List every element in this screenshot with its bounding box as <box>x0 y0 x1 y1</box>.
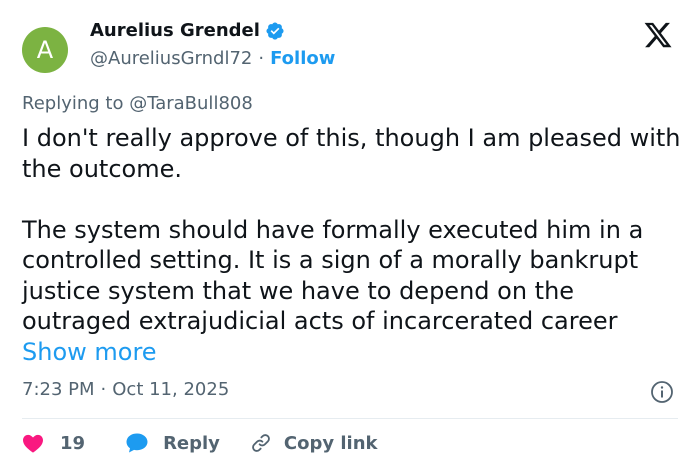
x-logo-icon[interactable] <box>641 20 675 50</box>
copy-link-button[interactable]: Copy link <box>250 432 378 454</box>
action-bar: 19 Reply Copy link <box>22 428 378 458</box>
tweet-paragraph-2-text: The system should have formally executed… <box>22 215 644 336</box>
heart-icon <box>23 434 43 453</box>
author-handle-row: @AureliusGrndl72 · Follow <box>90 48 335 69</box>
tweet-timestamp[interactable]: 7:23 PM · Oct 11, 2025 <box>22 379 229 400</box>
reply-button[interactable]: Reply <box>125 432 220 454</box>
tweet-paragraph-2: The system should have formally executed… <box>22 215 682 368</box>
handle-separator: · <box>258 48 265 69</box>
replying-to-mention[interactable]: @TaraBull808 <box>129 93 253 114</box>
divider <box>22 418 678 419</box>
tweet-paragraph-1: I don't really approve of this, though I… <box>22 124 681 183</box>
replying-to-line: Replying to @TaraBull808 <box>22 93 253 114</box>
link-icon <box>252 434 270 452</box>
show-more-link[interactable]: Show more <box>22 338 157 366</box>
tweet-time: 7:23 PM <box>22 379 95 400</box>
author-display-name[interactable]: Aurelius Grendel <box>90 20 260 41</box>
like-button[interactable]: 19 <box>22 433 85 454</box>
like-count: 19 <box>60 432 86 454</box>
author-handle[interactable]: @AureliusGrndl72 <box>90 48 252 69</box>
tweet-text: I don't really approve of this, though I… <box>22 123 682 367</box>
reply-label: Reply <box>163 432 220 454</box>
verified-badge-icon <box>266 21 284 40</box>
reply-bubble-icon <box>126 433 148 453</box>
author-name-row: Aurelius Grendel <box>90 20 285 41</box>
replying-to-prefix: Replying to <box>22 93 130 114</box>
avatar[interactable]: A <box>22 27 68 73</box>
copy-link-label: Copy link <box>283 432 378 454</box>
tweet-date: Oct 11, 2025 <box>112 379 230 400</box>
follow-button[interactable]: Follow <box>270 48 335 69</box>
timestamp-separator: · <box>100 379 107 400</box>
info-icon[interactable] <box>650 380 674 404</box>
tweet-card: A Aurelius Grendel @AureliusGrndl72 · Fo… <box>0 0 700 471</box>
avatar-letter: A <box>36 36 54 64</box>
